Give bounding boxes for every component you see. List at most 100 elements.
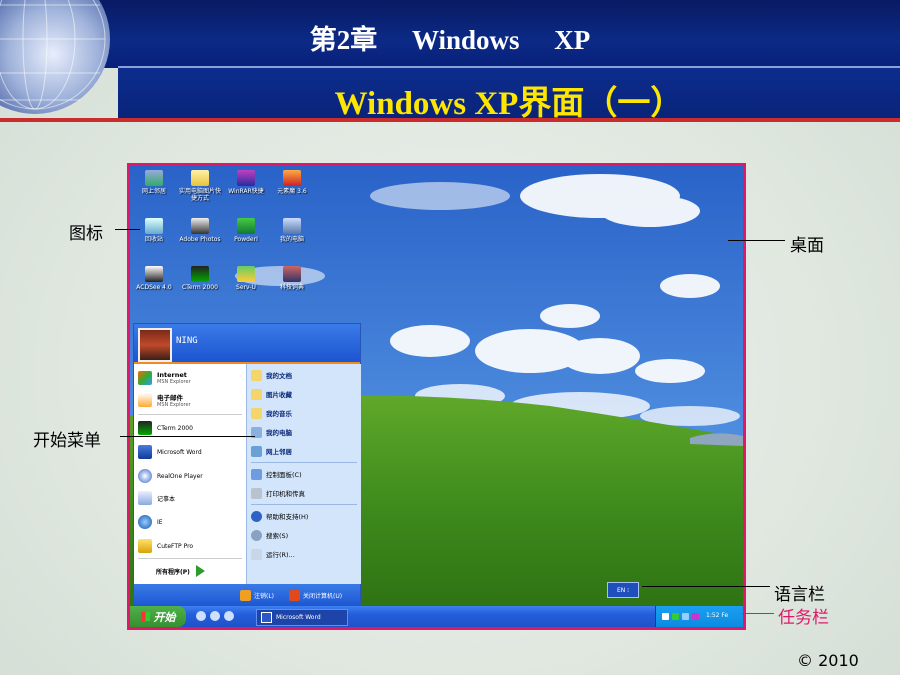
desktop-icon-dictionary[interactable]: 科技词典: [270, 266, 314, 291]
menu-item-ie[interactable]: IE: [138, 512, 163, 532]
start-menu-places: 我的文档 图片收藏 我的音乐 我的电脑 网上邻居 控制面板(C) 打印机和传真: [246, 364, 361, 584]
desktop-icon-photoshop[interactable]: Adobe Photos: [178, 218, 222, 243]
start-button[interactable]: 开始: [130, 606, 186, 627]
chapter-number: 第2章: [309, 25, 378, 55]
desktop-icon-servu[interactable]: Serv-U: [224, 266, 268, 291]
slide-subtitle: Windows XP界面（一）: [334, 86, 684, 122]
cuteftp-icon: [138, 539, 152, 553]
msn-butterfly-icon: [138, 371, 152, 385]
word-icon: [261, 612, 272, 623]
logoff-button[interactable]: 注销(L): [240, 589, 274, 602]
callout-desktop: 桌面: [790, 236, 824, 256]
taskbar: 开始 Microsoft Word 1:52 Fe: [130, 606, 743, 627]
quicklaunch-ie-icon[interactable]: [224, 611, 234, 621]
desktop-icon-acdsee[interactable]: ACDSee 4.0: [132, 266, 176, 291]
red-rule: [0, 118, 900, 122]
callout-desktop-line: [728, 240, 785, 241]
dictionary-icon: [283, 266, 301, 282]
user-name: NING: [176, 336, 198, 346]
desktop-icon-recycle-bin[interactable]: 回收站: [132, 218, 176, 243]
desktop-icon-folder[interactable]: 实用电脑图片快捷方式: [178, 170, 222, 202]
menu-item-cterm[interactable]: CTerm 2000: [138, 418, 193, 438]
tray-icon[interactable]: [692, 613, 699, 620]
avatar[interactable]: [138, 328, 172, 362]
start-menu: NING Internet MSN Explorer 电子邮件 MSN Explor…: [133, 323, 361, 608]
menu-item-run[interactable]: 运行(R)...: [251, 547, 295, 561]
server-icon: [237, 266, 255, 282]
callout-start-menu: 开始菜单: [33, 431, 101, 451]
start-menu-footer: 注销(L) 关闭计算机(U): [134, 584, 360, 607]
start-menu-header: NING: [134, 324, 360, 362]
documents-folder-icon: [251, 369, 262, 381]
search-icon: [251, 529, 262, 541]
menu-item-help[interactable]: 帮助和支持(H): [251, 509, 308, 523]
app-icon: [283, 170, 301, 186]
tray-icon[interactable]: [672, 613, 679, 620]
network-icon: [145, 170, 163, 186]
desktop-icon-network[interactable]: 网上邻居: [132, 170, 176, 195]
quicklaunch-desktop-icon[interactable]: [196, 611, 206, 621]
menu-item-my-pictures[interactable]: 图片收藏: [251, 387, 292, 401]
menu-item-word[interactable]: Microsoft Word: [138, 442, 202, 462]
notepad-icon: [138, 491, 152, 505]
run-icon: [251, 548, 262, 560]
folder-icon: [191, 170, 209, 186]
network-icon: [251, 445, 262, 457]
windows-logo-icon: [140, 612, 150, 621]
all-programs-button[interactable]: 所有程序(P): [156, 561, 205, 581]
winrar-icon: [237, 170, 255, 186]
menu-item-control-panel[interactable]: 控制面板(C): [251, 467, 302, 481]
menu-item-email[interactable]: 电子邮件 MSN Explorer: [138, 390, 191, 410]
start-menu-programs: Internet MSN Explorer 电子邮件 MSN Explorer CT…: [134, 364, 246, 584]
pictures-folder-icon: [251, 388, 262, 400]
computer-icon: [283, 218, 301, 234]
menu-item-printers[interactable]: 打印机和传真: [251, 486, 305, 500]
desktop-icon-cterm[interactable]: CTerm 2000: [178, 266, 222, 291]
clock[interactable]: 1:52 Fe: [706, 612, 728, 619]
menu-item-my-music[interactable]: 我的音乐: [251, 406, 292, 420]
callout-icons-line: [115, 229, 140, 230]
acdsee-icon: [145, 266, 163, 282]
system-tray: 1:52 Fe: [655, 606, 743, 627]
callout-taskbar-line: [742, 613, 774, 614]
realone-icon: [138, 469, 152, 483]
ie-icon: [138, 515, 152, 529]
terminal-icon: [191, 266, 209, 282]
control-panel-icon: [251, 468, 262, 480]
menu-item-cuteftp[interactable]: CuteFTP Pro: [138, 536, 193, 556]
callout-icons: 图标: [69, 224, 103, 244]
logoff-icon: [240, 590, 251, 601]
language-bar[interactable]: EN ⁝: [607, 582, 639, 598]
menu-item-notepad[interactable]: 记事本: [138, 488, 175, 508]
desktop-icon-app1[interactable]: 元素魔 3.6: [270, 170, 314, 195]
music-folder-icon: [251, 407, 262, 419]
tray-icon[interactable]: [662, 613, 669, 620]
power-icon: [289, 590, 300, 601]
taskbar-button-word[interactable]: Microsoft Word: [256, 609, 348, 626]
tray-icon[interactable]: [682, 613, 689, 620]
menu-item-search[interactable]: 搜索(S): [251, 528, 288, 542]
chapter-title: 第2章 Windows XP: [0, 18, 900, 57]
desktop-icon-my-computer[interactable]: 我的电脑: [270, 218, 314, 243]
app-icon: [237, 218, 255, 234]
menu-item-internet[interactable]: Internet MSN Explorer: [138, 368, 191, 388]
recycle-bin-icon: [145, 218, 163, 234]
shutdown-button[interactable]: 关闭计算机(U): [289, 589, 342, 602]
terminal-icon: [138, 421, 152, 435]
arrow-right-icon: [195, 565, 205, 577]
callout-language-bar-line: [642, 586, 770, 587]
menu-item-realone[interactable]: RealOne Player: [138, 466, 203, 486]
desktop-icon-winrar[interactable]: WinRAR快捷: [224, 170, 268, 195]
xp-screenshot: 网上邻居 实用电脑图片快捷方式 WinRAR快捷 元素魔 3.6 回收站 Ado…: [127, 163, 746, 630]
word-icon: [138, 445, 152, 459]
callout-language-bar: 语言栏: [774, 585, 825, 605]
desktop-icon-app2[interactable]: PowderI: [224, 218, 268, 243]
menu-item-my-computer[interactable]: 我的电脑: [251, 425, 292, 439]
menu-item-my-documents[interactable]: 我的文档: [251, 368, 292, 382]
menu-item-network[interactable]: 网上邻居: [251, 444, 292, 458]
copyright: © 2010: [797, 651, 859, 670]
email-icon: [138, 393, 152, 407]
quicklaunch-media-icon[interactable]: [210, 611, 220, 621]
photoshop-icon: [191, 218, 209, 234]
printer-icon: [251, 487, 262, 499]
